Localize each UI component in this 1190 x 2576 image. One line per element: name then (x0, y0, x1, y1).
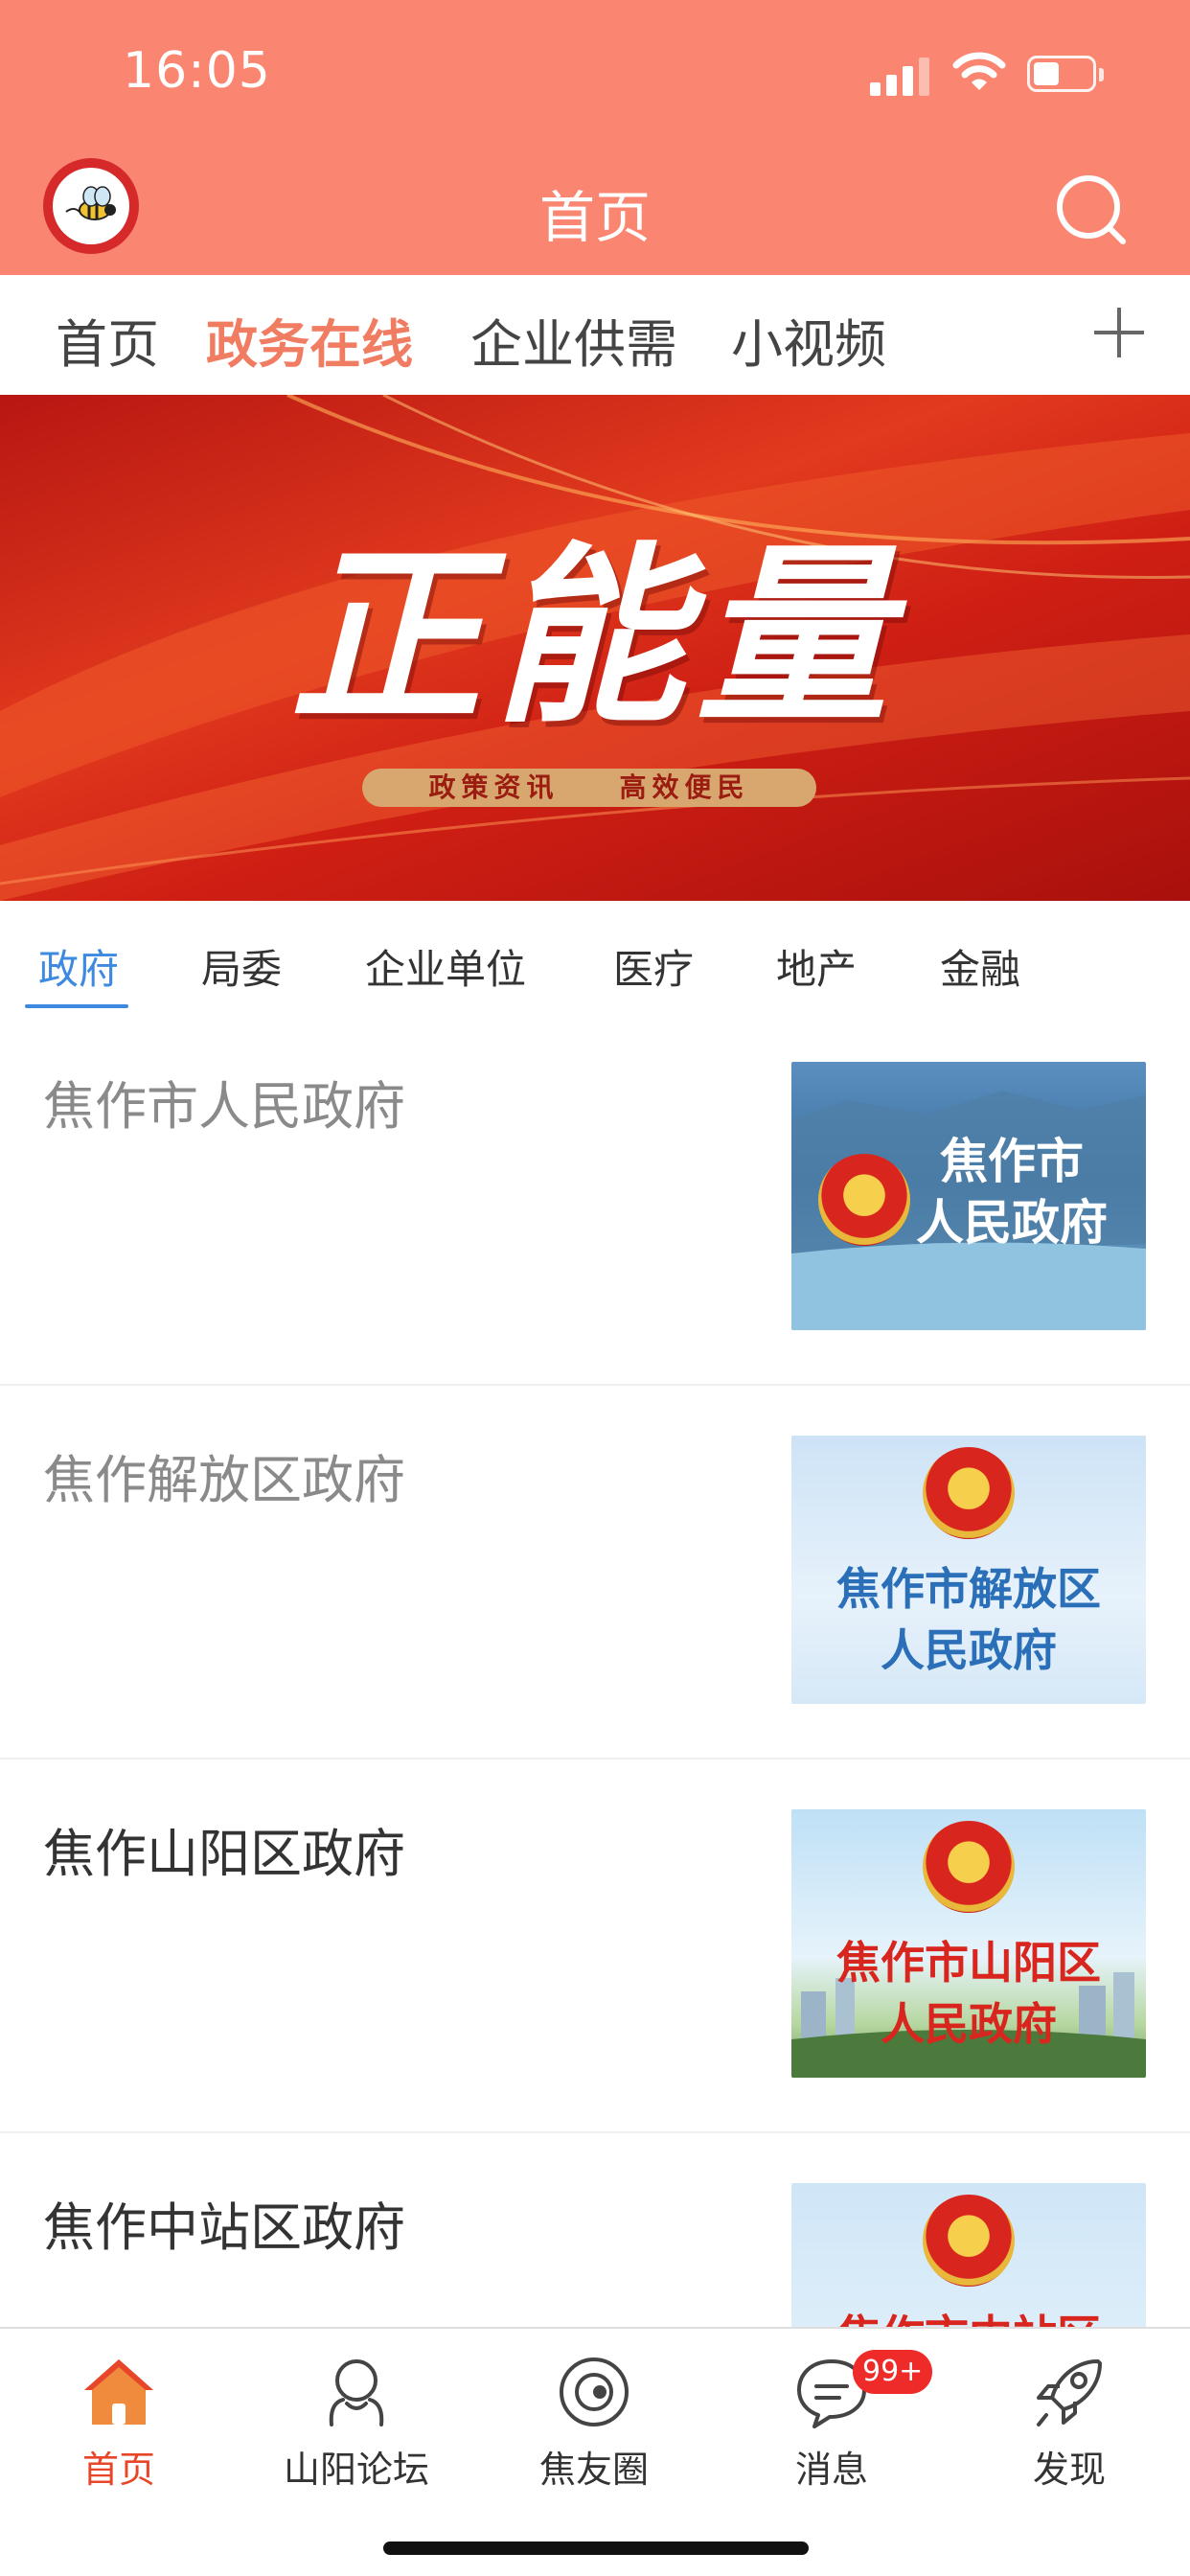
thumbnail-caption: 焦作市解放区 人民政府 (836, 1563, 1101, 1676)
list-item[interactable]: 焦作山阳区政府 焦作市山阳区 人民政府 (0, 1761, 1190, 2133)
top-bar: 16:05 首页 (0, 0, 1190, 275)
nav-forum-label: 山阳论坛 (283, 2449, 429, 2491)
nav-home[interactable]: 首页 (0, 2344, 238, 2507)
list-item-title: 焦作中站区政府 (43, 2197, 405, 2258)
page-title: 首页 (538, 185, 651, 250)
category-tab-medical[interactable]: 医疗 (613, 937, 694, 996)
category-active-indicator (25, 1004, 128, 1008)
nav-circle-label: 焦友圈 (538, 2449, 649, 2491)
bottom-nav: 首页 山阳论坛 焦友圈 99+ 消息 发现 (0, 2327, 1190, 2576)
list-item[interactable]: 焦作市人民政府 焦作市 人民政府 (0, 1014, 1190, 1386)
list-item-title: 焦作山阳区政府 (43, 1824, 405, 1884)
channel-tab-gov-online[interactable]: 政务在线 (206, 302, 413, 378)
signal-icon (870, 56, 931, 96)
forum-icon (329, 2359, 384, 2426)
unread-badge: 99+ (853, 2350, 933, 2394)
banner-headline: 正能量 (289, 524, 900, 749)
category-tabs: 政府 局委 企业单位 医疗 地产 金融 (0, 908, 1190, 1014)
list-item-title: 焦作解放区政府 (43, 1450, 405, 1510)
banner-subline: 政策资讯 高效便民 (428, 771, 750, 803)
category-tab-bureaus[interactable]: 局委 (201, 937, 282, 996)
thumbnail-caption: 焦作市 人民政府 (916, 1134, 1108, 1251)
home-indicator (383, 2542, 809, 2555)
list-item[interactable]: 焦作解放区政府 焦作市解放区 人民政府 (0, 1388, 1190, 1760)
status-time: 16:05 (123, 42, 271, 100)
list-item-thumbnail: 焦作市 人民政府 (791, 1062, 1146, 1330)
category-tab-real-estate[interactable]: 地产 (776, 937, 857, 996)
national-emblem-icon (923, 1821, 1015, 1913)
nav-forum[interactable]: 山阳论坛 (238, 2344, 475, 2507)
nav-discover[interactable]: 发现 (950, 2344, 1188, 2507)
nav-messages-label: 消息 (794, 2449, 868, 2491)
channel-tab-enterprise[interactable]: 企业供需 (470, 302, 677, 378)
nav-messages[interactable]: 99+ 消息 (713, 2344, 950, 2507)
category-tab-enterprises[interactable]: 企业单位 (365, 937, 526, 996)
battery-icon (1027, 56, 1104, 94)
category-tab-finance[interactable]: 金融 (940, 937, 1020, 996)
nav-circle[interactable]: 焦友圈 (475, 2344, 713, 2507)
nav-home-label: 首页 (81, 2449, 155, 2491)
national-emblem-icon (923, 2195, 1015, 2287)
promo-banner[interactable]: 正能量 政策资讯 高效便民 (0, 395, 1190, 901)
list-item-thumbnail: 焦作市解放区 人民政府 (791, 1436, 1146, 1704)
rocket-icon (1037, 2359, 1102, 2426)
national-emblem-icon (923, 1447, 1015, 1539)
channel-tab-short-video[interactable]: 小视频 (731, 302, 886, 378)
channel-tab-home[interactable]: 首页 (56, 302, 159, 378)
circle-icon (560, 2358, 629, 2426)
list-item-thumbnail: 焦作市山阳区 人民政府 (791, 1809, 1146, 2078)
plus-icon[interactable] (1090, 304, 1148, 361)
wifi-icon (952, 52, 1006, 90)
nav-discover-label: 发现 (1032, 2449, 1106, 2491)
list-item-title: 焦作市人民政府 (43, 1076, 405, 1137)
app-screen: 16:05 首页 首页 政务在线 企业供需 小视频 正能量 政策资讯 高效便民 … (0, 0, 1190, 2576)
thumbnail-caption: 焦作市山阳区 人民政府 (836, 1937, 1101, 2050)
channel-tabs: 首页 政务在线 企业供需 小视频 (0, 275, 1190, 397)
search-icon[interactable] (1052, 171, 1129, 247)
home-icon (84, 2359, 153, 2425)
category-tab-government[interactable]: 政府 (38, 937, 119, 996)
